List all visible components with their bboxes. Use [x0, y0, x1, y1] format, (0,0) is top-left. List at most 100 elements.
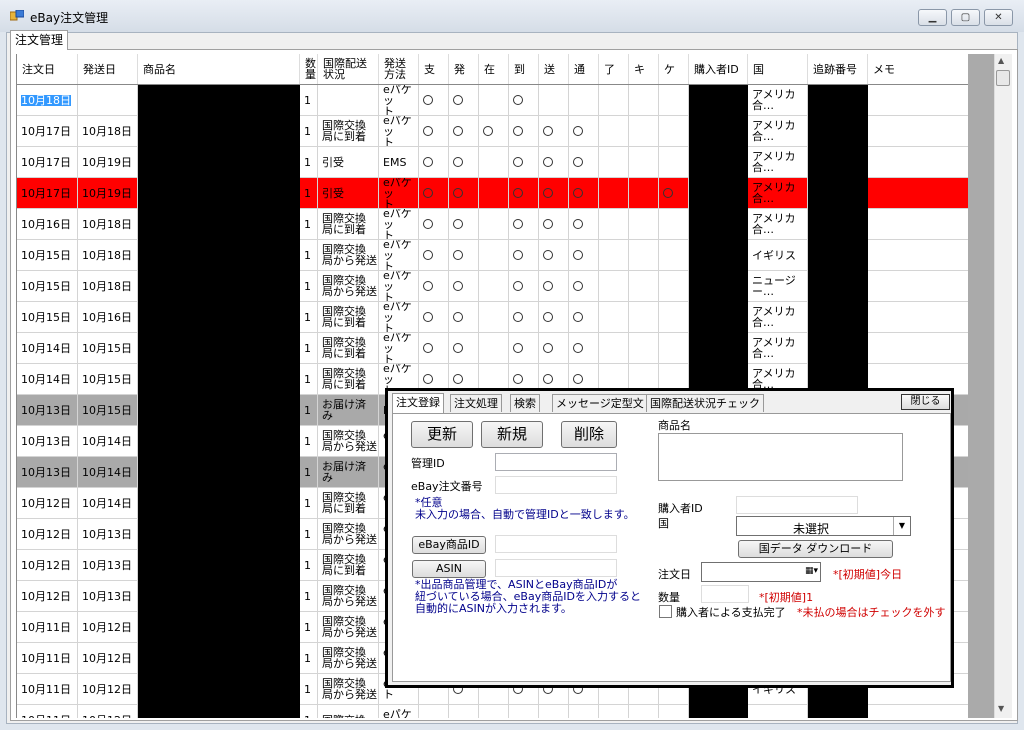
table-cell[interactable]: 10月18日 [78, 240, 138, 270]
column-header[interactable]: キ [629, 54, 659, 84]
table-cell[interactable] [479, 271, 509, 301]
table-cell[interactable]: 1 [300, 116, 318, 146]
table-cell[interactable]: 国際交換 局から発送 [318, 426, 379, 456]
table-cell[interactable] [509, 116, 539, 146]
table-cell[interactable] [599, 85, 629, 115]
table-cell[interactable] [569, 333, 599, 363]
buyer-id-input[interactable] [736, 496, 858, 514]
table-cell[interactable] [509, 705, 539, 718]
table-cell[interactable]: 1 [300, 240, 318, 270]
dtab-message-templates[interactable]: メッセージ定型文 [552, 394, 648, 412]
table-cell[interactable] [419, 302, 449, 332]
column-header[interactable]: 追跡番号 [808, 54, 868, 84]
table-cell[interactable]: 国際交換 局に到着 [318, 488, 379, 518]
country-select[interactable]: 未選択 ▼ [736, 516, 911, 536]
table-cell[interactable]: 1 [300, 674, 318, 704]
tab-order-management[interactable]: 注文管理 [10, 30, 68, 50]
table-cell[interactable]: 国際交換 局から発送 [318, 581, 379, 611]
table-cell[interactable]: 1 [300, 550, 318, 580]
column-header[interactable]: 発送日 [78, 54, 138, 84]
ebay-item-id-input[interactable] [495, 535, 617, 553]
table-cell[interactable] [569, 209, 599, 239]
table-cell[interactable] [479, 302, 509, 332]
column-header[interactable]: 国 [748, 54, 808, 84]
table-cell[interactable] [509, 271, 539, 301]
table-cell[interactable] [419, 333, 449, 363]
column-header[interactable]: 注文日 [17, 54, 78, 84]
table-cell[interactable] [659, 178, 689, 208]
table-cell[interactable] [599, 705, 629, 718]
table-cell[interactable] [449, 85, 479, 115]
table-cell[interactable]: 10月16日 [17, 209, 78, 239]
table-cell[interactable]: 1 [300, 705, 318, 718]
table-cell[interactable]: 国際交換 局から発送 [318, 674, 379, 704]
quantity-input[interactable] [701, 585, 749, 603]
table-cell[interactable]: eパケッ ト [379, 302, 419, 332]
table-cell[interactable] [599, 271, 629, 301]
order-date-picker[interactable]: ▦▾ [701, 562, 821, 582]
manage-id-input[interactable] [495, 453, 617, 471]
dtab-order-process[interactable]: 注文処理 [450, 394, 502, 412]
maximize-button[interactable]: ▢ [951, 9, 980, 26]
table-cell[interactable] [509, 178, 539, 208]
table-cell[interactable] [419, 147, 449, 177]
table-cell[interactable] [629, 302, 659, 332]
table-cell[interactable] [868, 271, 969, 301]
table-cell[interactable]: 国際交換 [318, 705, 379, 718]
column-header[interactable]: 発送 方法 [379, 54, 419, 84]
table-cell[interactable]: 国際交換 局から発送 [318, 643, 379, 673]
table-cell[interactable] [868, 240, 969, 270]
table-cell[interactable] [539, 85, 569, 115]
table-cell[interactable] [629, 178, 659, 208]
table-cell[interactable] [509, 333, 539, 363]
asin-button[interactable]: ASIN [412, 560, 486, 578]
table-cell[interactable] [868, 147, 969, 177]
table-cell[interactable]: 国際交換 局に到着 [318, 302, 379, 332]
table-cell[interactable]: 国際交換 局から発送 [318, 519, 379, 549]
table-cell[interactable] [539, 302, 569, 332]
table-cell[interactable] [539, 705, 569, 718]
table-cell[interactable]: 10月12日 [78, 612, 138, 642]
table-cell[interactable] [629, 116, 659, 146]
table-cell[interactable]: 10月15日 [78, 333, 138, 363]
table-cell[interactable]: 10月12日 [78, 643, 138, 673]
table-cell[interactable]: 10月17日 [17, 178, 78, 208]
table-cell[interactable]: 10月12日 [17, 519, 78, 549]
column-header[interactable]: 国際配送 状況 [318, 54, 379, 84]
table-cell[interactable] [449, 705, 479, 718]
table-cell[interactable] [509, 240, 539, 270]
table-cell[interactable]: 国際交換 局から発送 [318, 271, 379, 301]
table-cell[interactable]: eパケッ [379, 705, 419, 718]
table-cell[interactable]: 10月17日 [17, 116, 78, 146]
table-cell[interactable] [419, 240, 449, 270]
table-cell[interactable]: アメリカ合… [748, 116, 808, 146]
close-dialog-button[interactable]: 閉じる [901, 394, 950, 410]
dtab-shipping-check[interactable]: 国際配送状況チェック [646, 394, 764, 412]
table-cell[interactable]: 1 [300, 364, 318, 394]
table-cell[interactable]: eパケッ ト [379, 209, 419, 239]
table-cell[interactable]: 10月17日 [17, 147, 78, 177]
table-cell[interactable]: 10月13日 [78, 519, 138, 549]
table-cell[interactable] [569, 240, 599, 270]
table-cell[interactable] [599, 302, 629, 332]
table-cell[interactable] [629, 240, 659, 270]
table-cell[interactable] [479, 147, 509, 177]
table-cell[interactable]: アメリカ合… [748, 178, 808, 208]
table-cell[interactable] [599, 240, 629, 270]
table-cell[interactable]: 10月14日 [78, 488, 138, 518]
table-cell[interactable]: 1 [300, 426, 318, 456]
table-cell[interactable]: 10月13日 [17, 395, 78, 425]
table-cell[interactable] [449, 147, 479, 177]
table-cell[interactable]: アメリカ合… [748, 302, 808, 332]
table-cell[interactable] [449, 178, 479, 208]
table-cell[interactable] [479, 178, 509, 208]
vertical-scrollbar[interactable]: ▲ ▼ [994, 54, 1012, 718]
table-cell[interactable]: お届け済 み [318, 395, 379, 425]
table-cell[interactable] [629, 85, 659, 115]
table-cell[interactable] [449, 333, 479, 363]
table-cell[interactable] [449, 209, 479, 239]
column-header[interactable]: 在 [479, 54, 509, 84]
update-button[interactable]: 更新 [411, 421, 473, 448]
table-cell[interactable]: 10月18日 [17, 85, 78, 115]
table-cell[interactable]: 10月12日 [17, 550, 78, 580]
